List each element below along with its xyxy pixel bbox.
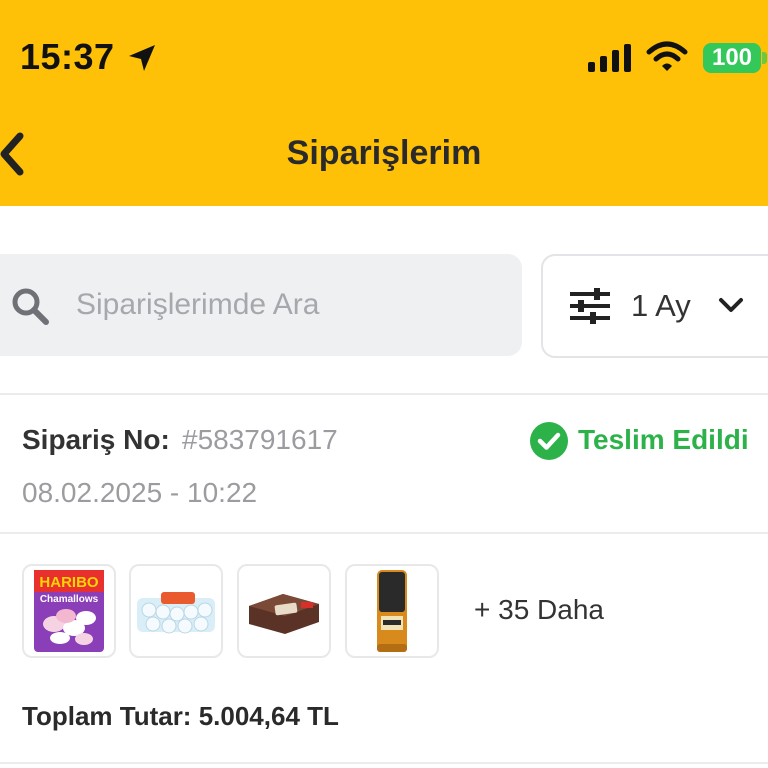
period-filter-dropdown[interactable]: 1 Ay: [541, 254, 768, 358]
order-total: Toplam Tutar: 5.004,64 TL: [22, 701, 339, 731]
filter-selected-value: 1 Ay: [631, 288, 691, 323]
battery-level: 100: [711, 44, 753, 71]
header: 15:37 100 Siparişlerim: [0, 0, 768, 206]
divider: [0, 532, 768, 534]
search-icon: [12, 288, 49, 325]
wifi-icon: [646, 41, 688, 71]
order-status: Teslim Edildi: [578, 424, 749, 455]
status-time: 15:37: [20, 36, 115, 77]
order-number: #583791617: [182, 424, 338, 455]
canned-drink-product-image: [377, 570, 407, 652]
battery-icon: 100: [703, 43, 761, 73]
page-title: Siparişlerim: [286, 134, 482, 172]
product-thumbnail[interactable]: [345, 564, 439, 658]
product-thumbnail[interactable]: [129, 564, 223, 658]
search-box[interactable]: [0, 254, 522, 356]
haribo-product-image: HARIBO Chamallows: [34, 570, 104, 652]
divider: [0, 762, 768, 764]
search-input[interactable]: [76, 254, 496, 356]
divider: [0, 393, 768, 395]
battery-tip: [762, 52, 767, 64]
egg-tray-product-image: [137, 592, 215, 634]
chevron-down-icon: [719, 298, 743, 312]
sliders-icon: [570, 288, 610, 324]
svg-text:Chamallows: Chamallows: [40, 594, 99, 605]
check-circle-icon: [530, 422, 568, 460]
location-arrow-icon: [129, 45, 155, 71]
product-thumbnail[interactable]: HARIBO Chamallows: [22, 564, 116, 658]
order-number-label: Sipariş No:: [22, 424, 170, 455]
more-products-label[interactable]: + 35 Daha: [474, 594, 604, 626]
svg-text:HARIBO: HARIBO: [39, 574, 98, 591]
order-date: 08.02.2025 - 10:22: [22, 477, 258, 508]
cake-pack-product-image: [249, 594, 319, 634]
signal-icon: [588, 44, 631, 72]
product-thumbnail[interactable]: [237, 564, 331, 658]
